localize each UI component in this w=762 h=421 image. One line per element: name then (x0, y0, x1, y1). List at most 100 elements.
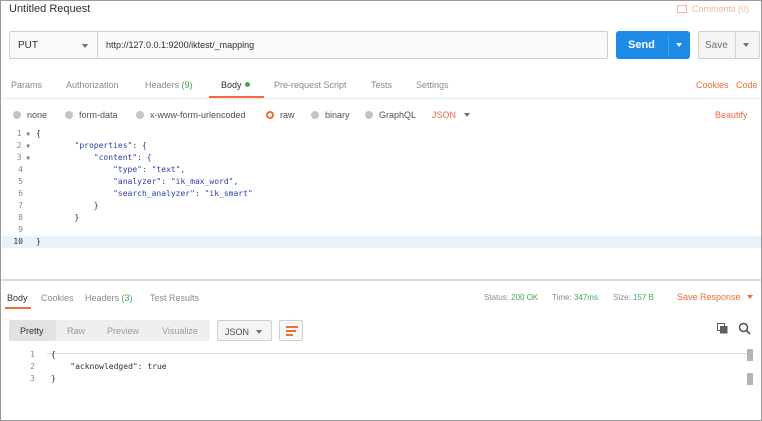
response-time: Time: 347ms (552, 293, 598, 302)
tab-label: Cookies (41, 293, 74, 303)
pane-splitter[interactable] (1, 279, 761, 281)
radio-graphql[interactable]: GraphQL (365, 110, 416, 120)
tab-label: Params (11, 80, 43, 90)
tab-label: Test Results (150, 293, 200, 303)
line-number: 8 (18, 213, 23, 222)
send-options-chevron-icon[interactable] (676, 43, 682, 47)
radio-x-www-form-urlencoded[interactable]: x-www-form-urlencoded (136, 110, 246, 120)
raw-format-select[interactable]: JSON (432, 110, 471, 120)
tab-settings[interactable]: Settings (416, 80, 449, 90)
tab-tests[interactable]: Tests (371, 80, 392, 90)
request-title[interactable]: Untitled Request (9, 3, 90, 15)
chevron-down-icon (747, 295, 754, 299)
response-tab-test-results[interactable]: Test Results (150, 293, 199, 303)
save-response-button[interactable]: Save Response (677, 292, 754, 302)
code-line: } (36, 201, 99, 210)
body-indicator-dot (244, 82, 250, 87)
beautify-link[interactable]: Beautify (715, 110, 748, 120)
save-button[interactable]: Save (698, 31, 760, 59)
radio-none[interactable]: none (13, 110, 47, 120)
line-number: 10 (13, 237, 23, 246)
cookies-link[interactable]: Cookies (696, 80, 729, 90)
copy-icon[interactable] (717, 323, 728, 334)
line-number: 3 (30, 374, 35, 383)
response-tab-cookies[interactable]: Cookies (41, 293, 74, 303)
url-bar: PUT http://127.0.0.1:9200/iktest/_mappin… (9, 31, 608, 59)
method-select[interactable]: PUT (10, 32, 98, 58)
code-link[interactable]: Code (736, 80, 758, 90)
radio-form-data[interactable]: form-data (65, 110, 118, 120)
radio-selected-icon (266, 111, 274, 119)
wrap-lines-button[interactable] (279, 320, 303, 341)
radio-icon (365, 111, 373, 119)
line-number: 1 (30, 350, 35, 359)
tab-label: Body (7, 293, 28, 303)
method-label: PUT (18, 40, 38, 51)
tab-label: Body (221, 80, 242, 90)
line-number: 9 (18, 225, 23, 234)
fold-arrow-icon: ▼ (26, 155, 30, 162)
search-icon[interactable] (738, 322, 751, 335)
tab-authorization[interactable]: Authorization (66, 80, 119, 90)
send-label: Send (628, 39, 655, 51)
radio-label: raw (280, 110, 295, 120)
radio-icon (13, 111, 21, 119)
tab-count: (9) (181, 80, 193, 90)
save-divider (735, 32, 736, 58)
response-scrollbar-thumb[interactable] (747, 373, 753, 385)
comments-label: Comments (0) (691, 4, 749, 14)
save-options-chevron-icon[interactable] (743, 43, 749, 47)
fold-arrow-icon: ▼ (26, 131, 30, 138)
response-code-line: "acknowledged": true (51, 362, 167, 371)
tab-params[interactable]: Params (11, 80, 42, 90)
save-response-label: Save Response (677, 292, 741, 302)
radio-binary[interactable]: binary (311, 110, 350, 120)
view-visualize-button[interactable]: Visualize (162, 326, 198, 336)
radio-raw[interactable]: raw (266, 110, 295, 120)
radio-label: form-data (79, 110, 118, 120)
response-scrollbar-thumb[interactable] (747, 349, 753, 361)
radio-label: GraphQL (379, 110, 417, 120)
response-status: Status: 200 OK (484, 293, 539, 302)
response-tab-headers[interactable]: Headers (3) (85, 293, 133, 303)
response-tab-body[interactable]: Body (7, 293, 28, 303)
code-line: "analyzer": "ik_max_word", (36, 177, 239, 186)
code-line: { (36, 129, 41, 138)
radio-label: x-www-form-urlencoded (150, 110, 246, 120)
view-raw-button[interactable]: Raw (67, 326, 85, 336)
line-number: 5 (18, 177, 23, 186)
line-number: 2 (30, 362, 35, 371)
view-pretty-button[interactable]: Pretty (20, 326, 44, 336)
save-label: Save (705, 40, 728, 51)
view-mode-group: Pretty Raw Preview Visualize (9, 320, 210, 341)
comment-icon (676, 5, 687, 13)
fold-arrow-icon: ▼ (26, 143, 30, 150)
line-number: 2 ▼ (16, 141, 30, 150)
radio-icon (311, 111, 319, 119)
chevron-down-icon (256, 330, 262, 334)
radio-icon (65, 111, 73, 119)
send-button[interactable]: Send (616, 31, 690, 59)
tab-label: Headers (145, 80, 180, 90)
tab-label: Headers (85, 293, 120, 303)
tab-headers[interactable]: Headers (9) (145, 80, 193, 90)
url-input[interactable]: http://127.0.0.1:9200/iktest/_mapping (106, 40, 254, 50)
tab-pre-request-script[interactable]: Pre-request Script (274, 80, 347, 90)
response-code-line: { (51, 350, 56, 359)
tab-label: Tests (371, 80, 393, 90)
code-line: "properties": { (36, 141, 147, 150)
radio-label: none (27, 110, 48, 120)
radio-icon (136, 111, 144, 119)
line-number: 3 ▼ (16, 153, 30, 162)
view-preview-button[interactable]: Preview (107, 326, 139, 336)
tab-body[interactable]: Body (221, 80, 250, 90)
response-size: Size: 157 B (613, 293, 654, 302)
code-line: "type": "text", (36, 165, 186, 174)
response-format-select[interactable]: JSON (217, 320, 272, 341)
code-line: } (36, 237, 41, 246)
request-body-editor[interactable]: 1 ▼ 2 ▼ 3 ▼ 4 5 6 7 8 9 10 { "properties… (2, 128, 761, 279)
tabs-divider (1, 98, 761, 99)
wrap-lines-icon (286, 326, 298, 328)
comments-button[interactable]: Comments (0) (676, 4, 749, 14)
